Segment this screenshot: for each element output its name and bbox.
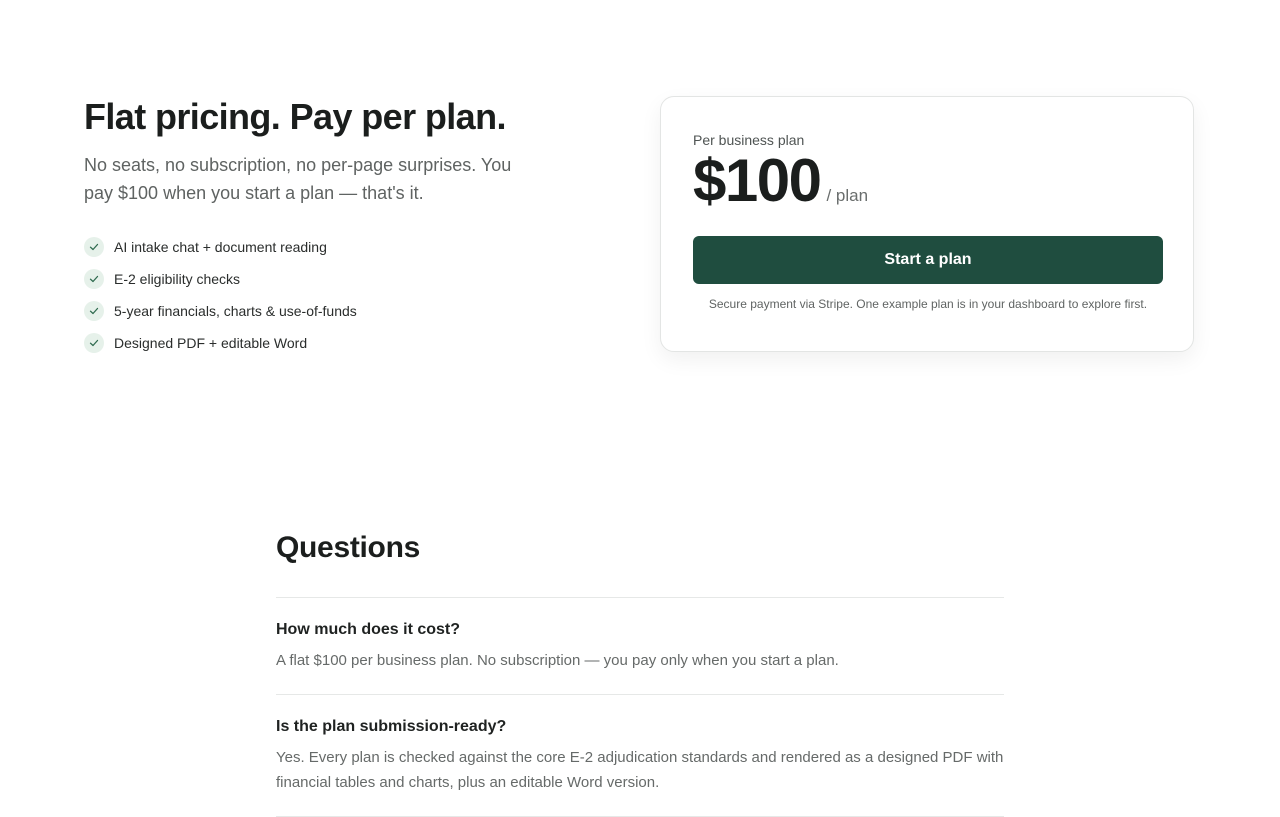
payment-footnote: Secure payment via Stripe. One example p… — [708, 297, 1148, 311]
feature-item: AI intake chat + document reading — [84, 231, 544, 263]
pricing-title: Flat pricing. Pay per plan. — [84, 96, 507, 137]
faq-question: How much does it cost? — [276, 621, 461, 638]
pricing-subtitle: No seats, no subscription, no per-page s… — [84, 155, 512, 203]
feature-list: AI intake chat + document reading E-2 el… — [84, 231, 544, 359]
faq-title: Questions — [276, 531, 420, 564]
feature-label: 5-year financials, charts & use-of-funds — [114, 303, 357, 319]
start-plan-button[interactable]: Start a plan — [693, 236, 1163, 284]
feature-label: AI intake chat + document reading — [114, 239, 327, 255]
faq-item: How much does it cost? A flat $100 per b… — [276, 598, 1004, 695]
pricing-section: Flat pricing. Pay per plan. No seats, no… — [0, 0, 1280, 420]
price-row: $100 / plan — [693, 151, 1161, 217]
faq-answer: A flat $100 per business plan. No subscr… — [276, 652, 839, 669]
faq-list: How much does it cost? A flat $100 per b… — [276, 597, 1004, 817]
check-icon — [84, 237, 104, 257]
feature-item: 5-year financials, charts & use-of-funds — [84, 295, 544, 327]
pricing-intro: Flat pricing. Pay per plan. No seats, no… — [84, 96, 544, 359]
price-card: Per business plan $100 / plan Start a pl… — [660, 96, 1194, 352]
price-amount: $100 — [693, 147, 822, 214]
faq-answer: Yes. Every plan is checked against the c… — [276, 749, 1004, 791]
feature-label: Designed PDF + editable Word — [114, 335, 308, 351]
check-icon — [84, 333, 104, 353]
faq-item: Is the plan submission-ready? Yes. Every… — [276, 695, 1004, 817]
faq-question: Is the plan submission-ready? — [276, 718, 507, 735]
price-unit: / plan — [826, 186, 869, 205]
check-icon — [84, 301, 104, 321]
feature-label: E-2 eligibility checks — [114, 271, 241, 287]
feature-item: Designed PDF + editable Word — [84, 327, 544, 359]
feature-item: E-2 eligibility checks — [84, 263, 544, 295]
faq-section: Questions How much does it cost? A flat … — [276, 528, 1004, 817]
check-icon — [84, 269, 104, 289]
